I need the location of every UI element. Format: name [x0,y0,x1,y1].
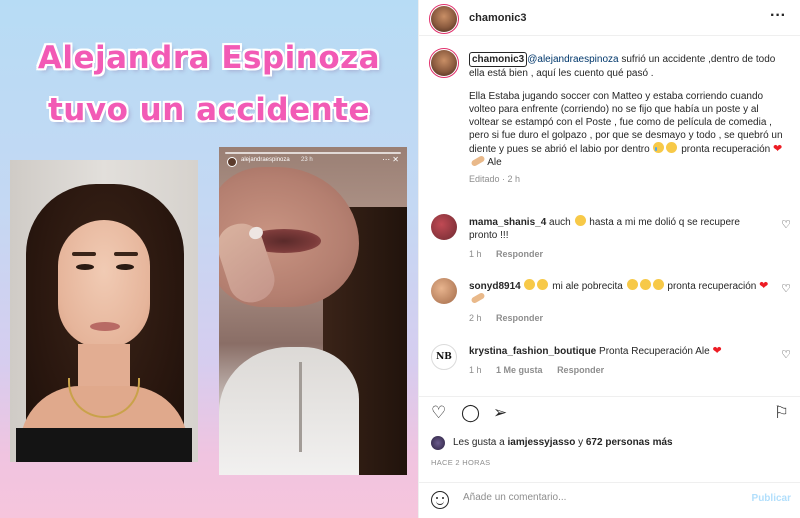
comment-time: 1 h [469,249,482,259]
red-heart-icon: ❤ [712,345,722,357]
sad-emoji-icon [524,279,536,290]
comment-text: mi ale pobrecita [549,281,626,292]
caption-text4: Ale [485,157,502,168]
sad-emoji-icon [626,279,638,290]
comment-username[interactable]: mama_shanis_4 [469,217,546,228]
bandage-icon [470,291,486,305]
caption-avatar[interactable] [429,48,459,78]
portrait-photo [10,160,198,462]
likes-user[interactable]: iamjessyjasso [507,437,575,448]
liker-avatar[interactable] [431,436,445,450]
header-avatar[interactable] [429,4,459,34]
likes-middle: y [575,437,586,448]
comment-meta: 1 h 1 Me gusta Responder [469,364,769,377]
caption-mention[interactable]: @alejandraespinoza [527,54,618,65]
sad-emoji-icon [652,279,664,290]
caption: chamonic3 @alejandraespinoza sufrió un ac… [469,52,789,186]
caption-text3: pronta recuperación [678,144,773,155]
comment-text [521,281,524,292]
comment-avatar[interactable] [431,278,457,304]
action-bar: ♡ ◯ ➢ ⚐ [419,396,800,432]
comment-username[interactable]: sonyd8914 [469,281,521,292]
comment-meta: 2 h Responder [469,312,769,325]
post-media[interactable]: Alejandra Espinoza tuvo un accidente ale… [0,0,418,518]
more-horizontal-icon[interactable]: ··· [770,7,786,25]
comment-like-heart-icon[interactable]: ♡ [781,348,791,361]
comment-likes-count[interactable]: 1 Me gusta [496,365,543,375]
comment-time: 1 h [469,365,482,375]
sad-emoji-icon [537,279,549,290]
likes-prefix: Les gusta a [453,437,508,448]
media-title-line2: tuvo un accidente [47,92,371,128]
comment-text: auch [546,217,574,228]
post-time-ago: HACE 2 HORAS [431,458,491,467]
story-screenshot: alejandraespinoza 23 h ⋯ ✕ [219,147,407,475]
comment-like-heart-icon[interactable]: ♡ [781,282,791,295]
heart-icon[interactable]: ♡ [431,403,446,423]
share-icon[interactable]: ➢ [493,403,507,423]
sad-emoji-icon [639,279,651,290]
bookmark-icon[interactable]: ⚐ [774,403,789,423]
comment-username[interactable]: krystina_fashion_boutique [469,346,596,357]
reply-button[interactable]: Responder [496,249,543,259]
comment-box: Publicar [419,482,800,518]
post-header: chamonic3 ··· [419,0,800,36]
likes-summary: Les gusta a iamjessyjasso y 672 personas… [431,434,791,454]
media-title-line1: Alejandra Espinoza [37,40,381,76]
crying-emoji-icon [653,142,665,153]
comment-text: pronta recuperación [664,281,760,292]
comment-input[interactable] [463,492,723,503]
comment-like-heart-icon[interactable]: ♡ [781,218,791,231]
bandage-icon [470,154,486,168]
comment-meta: 1 h Responder [469,248,769,261]
red-heart-icon: ❤ [759,280,769,292]
comment-icon[interactable]: ◯ [461,403,480,423]
caption-time: 2 h [507,174,521,184]
sad-emoji-icon [666,142,678,153]
caption-edited: Editado [469,174,500,184]
story-username: alejandraespinoza [241,157,290,163]
caption-meta: Editado · 2 h [469,174,521,184]
caption-and-comments: chamonic3 @alejandraespinoza sufrió un ac… [419,36,800,396]
reply-button[interactable]: Responder [496,313,543,323]
caption-username[interactable]: chamonic3 [469,52,528,67]
story-time: 23 h [301,157,313,163]
post-sidebar: chamonic3 ··· chamonic3 @alejandraespinoz… [418,0,800,518]
story-avatar [227,157,237,167]
comment-avatar[interactable]: NB [431,344,457,370]
publish-button[interactable]: Publicar [752,493,791,504]
comment-text: Pronta Recuperación Ale [596,346,713,357]
likes-count[interactable]: 672 personas más [586,437,673,448]
story-more-icon: ⋯ ✕ [382,155,399,164]
comment-time: 2 h [469,313,482,323]
comment-avatar[interactable] [431,214,457,240]
sad-emoji-icon [574,215,586,226]
red-heart-icon: ❤ [772,143,783,155]
header-username[interactable]: chamonic3 [469,12,526,24]
reply-button[interactable]: Responder [557,365,604,375]
smiley-icon[interactable] [431,491,449,509]
